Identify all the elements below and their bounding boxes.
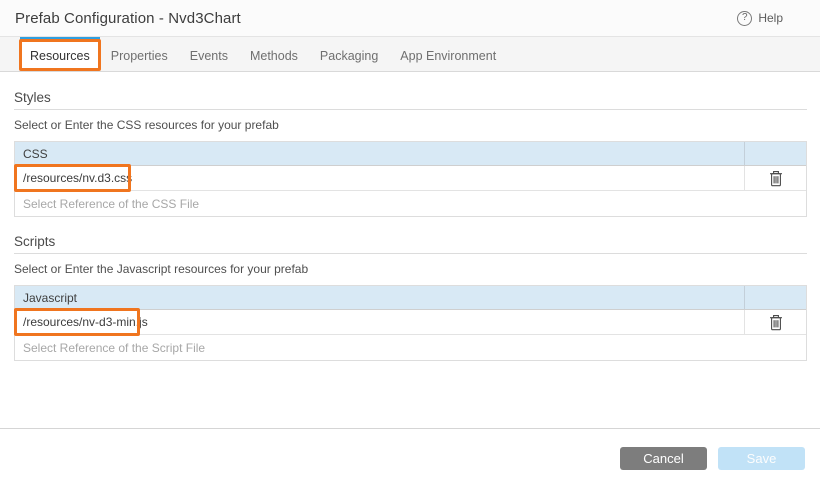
css-reference-placeholder[interactable]: Select Reference of the CSS File (15, 197, 806, 211)
delete-script-resource-button[interactable] (767, 312, 785, 333)
cancel-button[interactable]: Cancel (620, 447, 707, 470)
tab-packaging[interactable]: Packaging (309, 37, 389, 71)
trash-icon (769, 314, 783, 331)
script-action-column-header (744, 286, 806, 309)
tab-app-environment[interactable]: App Environment (389, 37, 507, 71)
script-resources-table: Javascript /resources/nv-d3-min.js (14, 285, 807, 361)
tab-label: App Environment (400, 49, 496, 63)
dialog-footer: Cancel Save (0, 428, 820, 487)
scripts-section-heading: Scripts (14, 234, 807, 254)
tab-resources[interactable]: Resources (20, 37, 100, 71)
styles-section-description: Select or Enter the CSS resources for yo… (14, 118, 807, 132)
tab-methods[interactable]: Methods (239, 37, 309, 71)
help-label: Help (758, 11, 783, 25)
dialog-titlebar: Prefab Configuration - Nvd3Chart ? Help (0, 0, 820, 37)
css-table-header-row: CSS (15, 142, 806, 166)
script-table-header-row: Javascript (15, 286, 806, 310)
css-column-header: CSS (15, 142, 744, 165)
tab-label: Resources (30, 49, 90, 63)
css-resources-table: CSS /resources/nv.d3.css (14, 141, 807, 217)
tab-label: Properties (111, 49, 168, 63)
delete-css-resource-button[interactable] (767, 168, 785, 189)
table-row: /resources/nv-d3-min.js (15, 310, 806, 335)
tab-label: Packaging (320, 49, 378, 63)
table-row: Select Reference of the CSS File (15, 191, 806, 216)
css-row-actions (744, 166, 806, 190)
tabbar: Resources Properties Events Methods Pack… (0, 37, 820, 72)
css-resource-path: /resources/nv.d3.css (23, 171, 132, 185)
styles-section-heading: Styles (14, 90, 807, 110)
save-button[interactable]: Save (718, 447, 805, 470)
css-action-column-header (744, 142, 806, 165)
script-resource-value-cell[interactable]: /resources/nv-d3-min.js (15, 310, 744, 334)
page-title: Prefab Configuration - Nvd3Chart (15, 10, 241, 27)
scripts-section-description: Select or Enter the Javascript resources… (14, 262, 807, 276)
tab-label: Methods (250, 49, 298, 63)
tab-properties[interactable]: Properties (100, 37, 179, 71)
table-row: /resources/nv.d3.css (15, 166, 806, 191)
script-row-actions (744, 310, 806, 334)
script-resource-path: /resources/nv-d3-min.js (23, 315, 148, 329)
help-icon: ? (737, 11, 752, 26)
tab-events[interactable]: Events (179, 37, 239, 71)
resources-tab-content: Styles Select or Enter the CSS resources… (0, 90, 820, 361)
script-reference-placeholder[interactable]: Select Reference of the Script File (15, 341, 806, 355)
help-button[interactable]: ? Help (737, 11, 783, 26)
table-row: Select Reference of the Script File (15, 335, 806, 360)
trash-icon (769, 170, 783, 187)
css-resource-value-cell[interactable]: /resources/nv.d3.css (15, 166, 744, 190)
javascript-column-header: Javascript (15, 286, 744, 309)
tab-label: Events (190, 49, 228, 63)
